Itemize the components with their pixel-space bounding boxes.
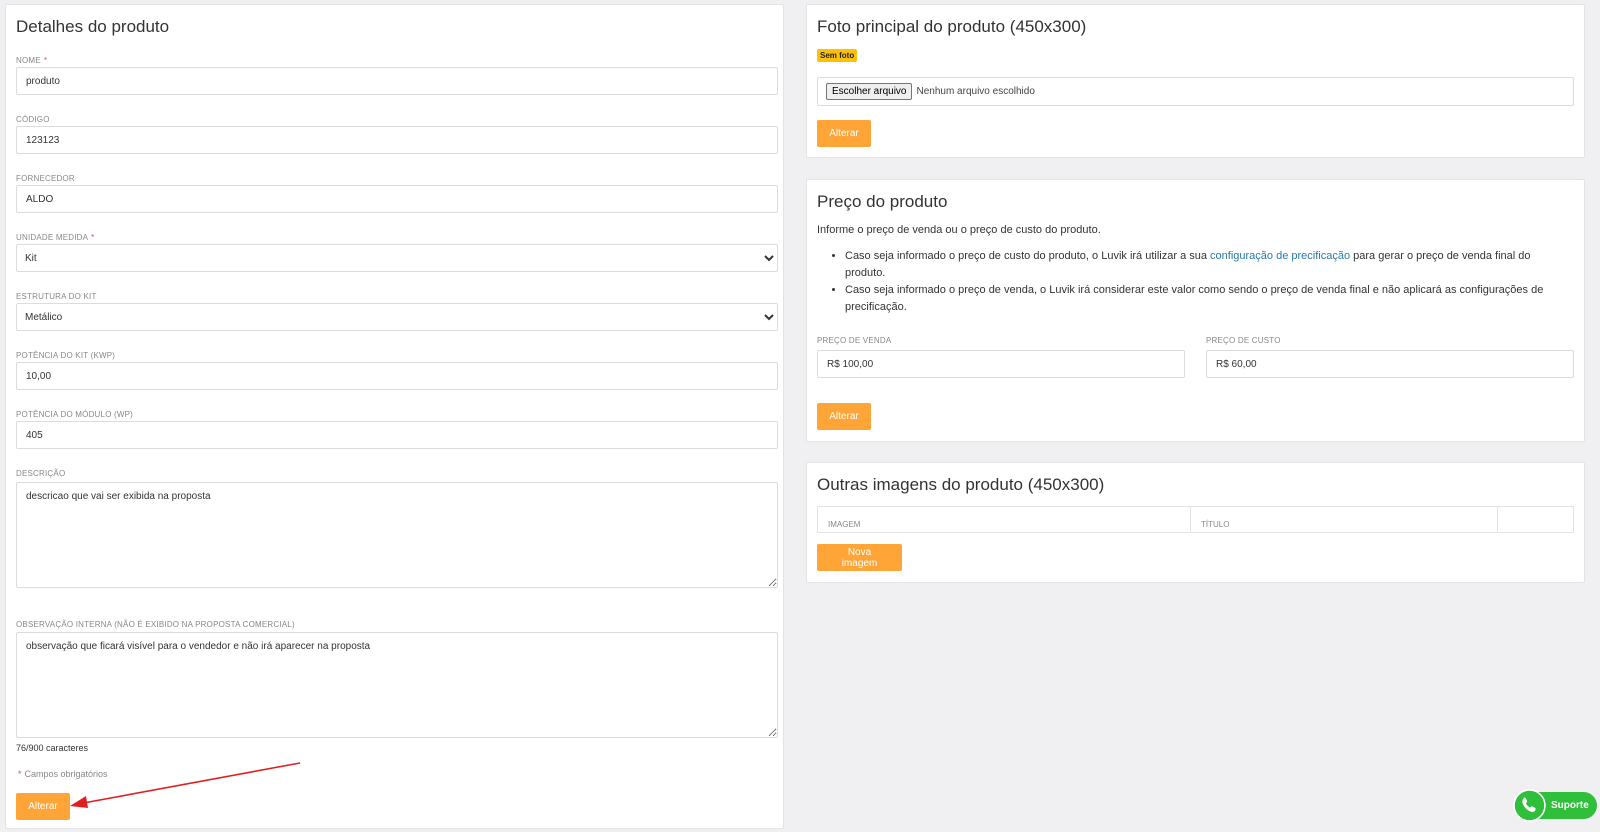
photo-panel: Foto principal do produto (450x300) Sem … [806,4,1585,158]
venda-label: PREÇO DE VENDA [817,336,892,345]
estrutura-label: ESTRUTURA DO KIT [16,292,97,301]
fornecedor-label: FORNECEDOR [16,174,75,183]
potencia-modulo-label: POTÊNCIA DO MÓDULO (WP) [16,410,134,419]
required-asterisk: * [91,233,95,242]
panel-title: Preço do produto [817,192,948,211]
table-header-row: IMAGEM TÍTULO [817,506,1574,533]
choose-file-button[interactable]: Escolher arquivo [826,83,913,100]
alterar-photo-button[interactable]: Alterar [817,120,871,147]
panel-title: Foto principal do produto (450x300) [817,17,1087,36]
whatsapp-icon [1513,789,1546,822]
unidade-label: UNIDADE MEDIDA * [16,233,95,242]
venda-input[interactable] [817,350,1185,378]
col-imagem: IMAGEM [817,506,1191,533]
price-bullet-list: Caso seja informado o preço de custo do … [817,248,1567,316]
nome-input[interactable] [16,67,778,95]
codigo-input[interactable] [16,126,778,154]
codigo-label: CÓDIGO [16,115,50,124]
panel-title: Detalhes do produto [16,17,170,36]
unidade-select[interactable]: Kit [16,244,778,272]
alterar-price-button[interactable]: Alterar [817,403,871,430]
custo-label: PREÇO DE CUSTO [1206,336,1281,345]
potencia-kit-input[interactable] [16,362,778,390]
potencia-kit-label: POTÊNCIA DO KIT (KWP) [16,351,116,360]
file-status: Nenhum arquivo escolhido [916,86,1035,97]
images-table: IMAGEM TÍTULO [817,506,1574,533]
fornecedor-input[interactable] [16,185,778,213]
panel-title: Outras imagens do produto (450x300) [817,475,1105,494]
price-bullet: Caso seja informado o preço de custo do … [845,248,1567,282]
nome-label: NOME * [16,56,48,65]
pricing-config-link[interactable]: configuração de precificação [1210,250,1350,262]
char-counter: 76/900 caracteres [16,743,89,753]
estrutura-select[interactable]: Metálico [16,303,778,331]
observacao-label: OBSERVAÇÃO INTERNA (NÃO É EXIBIDO NA PRO… [16,620,295,629]
required-asterisk: * [18,769,22,779]
nova-imagem-button[interactable]: Nova imagem [817,544,902,571]
potencia-modulo-input[interactable] [16,421,778,449]
annotation-arrow [70,762,301,808]
custo-input[interactable] [1206,350,1574,378]
support-button[interactable]: Suporte [1513,789,1597,822]
file-input[interactable]: Escolher arquivo Nenhum arquivo escolhid… [817,77,1574,106]
col-titulo: TÍTULO [1190,506,1498,533]
descricao-label: DESCRIÇÃO [16,469,66,478]
col-actions [1497,506,1574,533]
required-asterisk: * [43,56,48,65]
price-intro: Informe o preço de venda ou o preço de c… [817,224,1101,236]
price-bullet: Caso seja informado o preço de venda, o … [845,282,1567,316]
descricao-textarea[interactable]: descricao que vai ser exibida na propost… [16,482,778,588]
no-photo-badge: Sem foto [817,49,858,62]
product-details-panel: Detalhes do produto NOME* CÓDIGO FORNECE… [5,4,784,829]
price-panel: Preço do produto Informe o preço de vend… [806,179,1585,442]
support-label: Suporte [1551,800,1589,811]
images-panel: Outras imagens do produto (450x300) IMAG… [806,462,1585,583]
observacao-textarea[interactable]: observação que ficará visível para o ven… [16,632,778,738]
